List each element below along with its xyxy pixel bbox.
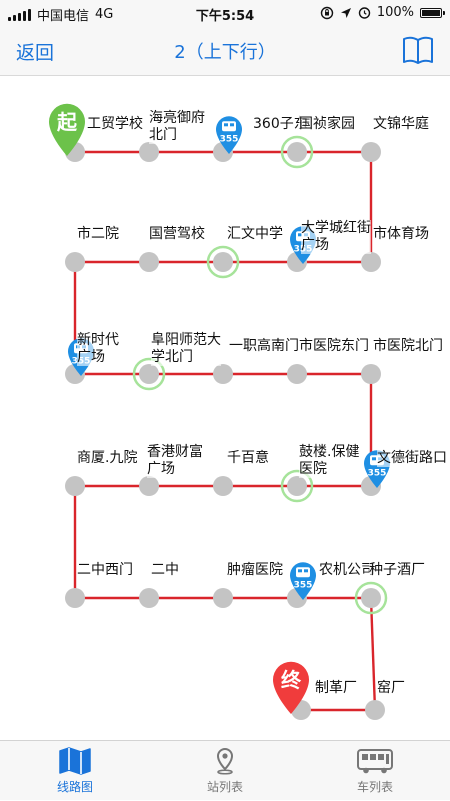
stop-dot[interactable] <box>65 476 85 496</box>
bus-icon <box>357 749 393 774</box>
stop-dot[interactable] <box>139 364 159 384</box>
bus-glyph-window <box>230 123 234 127</box>
stop-label[interactable]: 种子酒厂 <box>369 562 425 579</box>
stop-label[interactable]: 一职高南门 <box>229 338 299 355</box>
stop-dot[interactable] <box>139 252 159 272</box>
stop-dot[interactable] <box>65 588 85 608</box>
tab-stop-list[interactable]: 站列表 <box>150 741 300 801</box>
stop-dot[interactable] <box>287 476 307 496</box>
stop-label[interactable]: 市医院北门 <box>373 338 443 355</box>
tab-bus-list[interactable]: 车列表 <box>300 741 450 801</box>
map-icon <box>59 747 91 775</box>
location-arrow-icon <box>340 7 351 18</box>
bus-glyph-window <box>298 569 302 573</box>
stop-label[interactable]: 国祯家园 <box>299 116 355 133</box>
stop-label[interactable]: 二中西门 <box>77 562 133 579</box>
stop-label[interactable]: 千百意 <box>227 450 269 467</box>
stop-dot[interactable] <box>139 142 159 162</box>
tab-route-map-label: 线路图 <box>56 780 93 794</box>
stop-label[interactable]: 市医院东门 <box>299 338 369 355</box>
stop-dot[interactable] <box>365 700 385 720</box>
stop-label[interactable]: 农机公司 <box>319 562 375 579</box>
stop-label[interactable]: 鼓楼.保健 医院 <box>299 444 360 478</box>
battery-icon <box>420 7 445 18</box>
stop-dot[interactable] <box>361 252 381 272</box>
stop-label[interactable]: 阜阳师范大 学北门 <box>151 332 221 366</box>
stop-dot[interactable] <box>361 364 381 384</box>
battery-percent: 100% <box>376 5 414 20</box>
bus-number-label: 355 <box>294 580 313 590</box>
stop-dot[interactable] <box>213 252 233 272</box>
tab-stop-list-label: 站列表 <box>206 780 243 794</box>
stop-dot[interactable] <box>213 364 233 384</box>
bus-glyph-window <box>372 457 376 461</box>
stop-dot[interactable] <box>361 142 381 162</box>
stop-label[interactable]: 肿瘤医院 <box>227 562 283 579</box>
stop-dot[interactable] <box>213 588 233 608</box>
stop-label[interactable]: 商厦.九院 <box>77 450 138 467</box>
stop-dot[interactable] <box>213 476 233 496</box>
stop-dot[interactable] <box>287 364 307 384</box>
route-map[interactable]: 355355355355355起终 工贸学校海亮御府 北门360子东国祯家园文锦… <box>0 76 450 740</box>
stop-label[interactable]: 制革厂 <box>315 680 357 697</box>
book-map-icon[interactable] <box>402 36 434 64</box>
bus-number-label: 355 <box>220 134 239 144</box>
status-bar: 中国电信 4G 下午5:54 100% <box>0 0 450 26</box>
stop-dot[interactable] <box>361 588 381 608</box>
route-map-canvas: 355355355355355起终 <box>49 103 390 720</box>
stop-label[interactable]: 海亮御府 北门 <box>149 110 205 144</box>
stop-label[interactable]: 大学城红街 广场 <box>301 220 371 254</box>
stop-label[interactable]: 新时代 广场 <box>77 332 119 366</box>
stop-label[interactable]: 二中 <box>151 562 179 579</box>
stop-label[interactable]: 汇文中学 <box>227 226 283 243</box>
alarm-icon <box>358 7 371 19</box>
stop-label[interactable]: 市二院 <box>77 226 119 243</box>
stop-label[interactable]: 窑厂 <box>377 680 405 697</box>
stop-label[interactable]: 香港财富 广场 <box>147 444 203 478</box>
bus-glyph-window <box>304 569 308 573</box>
bus-number-label: 355 <box>368 468 387 478</box>
stop-dot[interactable] <box>139 588 159 608</box>
orientation-lock-icon <box>320 6 334 19</box>
bus-glyph-window <box>224 123 228 127</box>
stop-dot[interactable] <box>139 476 159 496</box>
tab-bar: 线路图 站列表 车列表 <box>0 740 450 800</box>
tab-bus-list-label: 车列表 <box>356 780 393 794</box>
stop-label[interactable]: 国营驾校 <box>149 226 205 243</box>
back-button[interactable]: 返回 <box>16 38 54 65</box>
stop-label[interactable]: 市体育场 <box>373 226 429 243</box>
end-badge-label: 终 <box>281 668 302 692</box>
page-title: 2（上下行） <box>174 42 276 63</box>
status-right: 100% <box>320 5 445 20</box>
stop-dot[interactable] <box>287 142 307 162</box>
stop-label[interactable]: 文锦华庭 <box>373 116 429 133</box>
stop-label[interactable]: 文德街路口 <box>377 450 447 467</box>
stop-label[interactable]: 工贸学校 <box>87 116 143 133</box>
location-pin-icon <box>216 747 234 775</box>
tab-route-map[interactable]: 线路图 <box>0 741 150 801</box>
bus-glyph <box>222 121 236 132</box>
route-segment <box>369 597 377 711</box>
start-badge-label: 起 <box>56 110 78 134</box>
nav-bar: 返回 2（上下行） <box>0 26 450 76</box>
stop-dot[interactable] <box>65 252 85 272</box>
